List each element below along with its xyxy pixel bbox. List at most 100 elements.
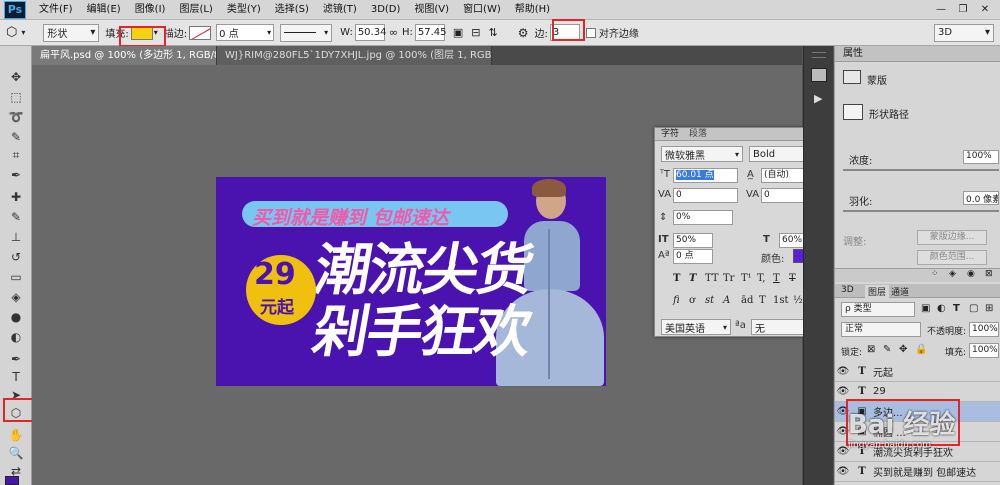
tsume-input[interactable]: 0% (673, 210, 733, 225)
kerning-input[interactable]: 0 (673, 188, 738, 203)
eyedropper-tool-icon[interactable]: ✒ (5, 166, 27, 184)
font-family-select[interactable]: 微软雅黑 ▾ (661, 146, 743, 162)
lock-image-icon[interactable]: ✎ (883, 344, 891, 355)
menu-layer[interactable]: 图层(L) (172, 0, 219, 20)
tab-paragraph[interactable]: 段落 (689, 128, 707, 141)
preset-dropdown-icon[interactable]: ▾ (21, 28, 25, 37)
discretionary-ligature-button[interactable]: st (705, 295, 714, 306)
menu-image[interactable]: 图像(I) (128, 0, 173, 20)
history-icon[interactable] (811, 68, 827, 82)
shape-path-thumb[interactable] (843, 104, 863, 120)
brush-tool-icon[interactable]: ✎ (5, 208, 27, 226)
paint-bucket-icon[interactable]: ◈ (5, 288, 27, 306)
baseline-shift-input[interactable]: 0 点 (673, 249, 713, 264)
quick-select-tool-icon[interactable]: ✎ (5, 128, 27, 146)
menu-window[interactable]: 窗口(W) (456, 0, 508, 20)
history-brush-icon[interactable]: ↺ (5, 248, 27, 266)
link-icon[interactable]: ∞ (389, 26, 398, 39)
gear-icon[interactable]: ⚙ (518, 26, 529, 40)
ordinals-button[interactable]: 1st (773, 295, 789, 306)
hand-tool-icon[interactable]: ✋ (5, 426, 27, 444)
filter-shape-icon[interactable]: ▢ (969, 303, 978, 314)
stroke-color-swatch[interactable] (189, 25, 212, 40)
marquee-tool-icon[interactable]: ⬚ (5, 88, 27, 106)
apply-mask-icon[interactable]: ◈ (949, 269, 956, 279)
dodge-tool-icon[interactable]: ◐ (5, 328, 27, 346)
height-input[interactable]: 57.45 (414, 24, 447, 41)
panel-grip-icon[interactable] (812, 52, 826, 58)
tab-channels[interactable]: 通道 (891, 285, 909, 298)
vertical-scale-input[interactable]: 50% (673, 233, 713, 248)
old-style-button[interactable]: ơ (689, 295, 695, 306)
crop-tool-icon[interactable]: ⌗ (5, 146, 27, 164)
move-tool-icon[interactable]: ✥ (5, 68, 27, 86)
language-select[interactable]: 美国英语 ▾ (661, 319, 731, 335)
mask-edge-button[interactable]: 蒙版边缘... (917, 230, 987, 245)
width-input[interactable]: 50.34 (354, 24, 386, 41)
align-edges-checkbox[interactable] (585, 27, 596, 38)
density-input[interactable]: 100% (963, 150, 999, 164)
blur-tool-icon[interactable]: ● (5, 308, 27, 326)
underline-button[interactable]: T (773, 273, 780, 284)
small-caps-button[interactable]: Tr (723, 273, 734, 284)
close-button[interactable]: ✕ (976, 3, 994, 17)
stamp-tool-icon[interactable]: ⊥ (5, 228, 27, 246)
ligature-button[interactable]: fi (673, 295, 680, 306)
eye-icon[interactable]: 👁 (835, 466, 851, 477)
feather-slider[interactable] (843, 210, 999, 212)
tab-character[interactable]: 字符 (661, 128, 679, 141)
workspace-select[interactable]: 3D ▾ (934, 23, 994, 42)
filter-pixel-icon[interactable]: ▣ (921, 303, 930, 314)
tab-3d[interactable]: 3D (841, 285, 854, 295)
eraser-tool-icon[interactable]: ▭ (5, 268, 27, 286)
path-arrangement-icon[interactable]: ⇅ (489, 26, 498, 39)
menu-filter[interactable]: 滤镜(T) (316, 0, 364, 20)
faux-italic-button[interactable]: T (689, 273, 696, 284)
swash-button[interactable]: A (723, 295, 730, 306)
load-selection-icon[interactable]: ⁘ (931, 269, 939, 279)
density-slider[interactable] (843, 169, 999, 171)
font-size-input[interactable]: 60.01 点 (673, 168, 738, 183)
superscript-button[interactable]: T¹ (741, 273, 752, 284)
tab-layers[interactable]: 图层 (865, 285, 890, 298)
blend-mode-select[interactable]: 正常 (841, 322, 921, 337)
layer-fill-input[interactable]: 100% (969, 343, 999, 358)
layer-row[interactable]: 👁 T 买到就是赚到 包邮速达 (835, 462, 1000, 482)
minimize-button[interactable]: — (932, 3, 950, 17)
healing-tool-icon[interactable]: ✚ (5, 188, 27, 206)
tab-document-2[interactable]: WJ}RIM@280FL5`1DY7XHJL.jpg @ 100% (图层 1,… (217, 46, 492, 65)
visibility-icon[interactable]: ◉ (967, 269, 975, 279)
faux-bold-button[interactable]: T (673, 273, 680, 284)
banner-canvas[interactable]: 买到就是赚到 包邮速达 潮流尖货 剁手狂欢 29 元起 (216, 177, 606, 386)
foreground-color-swatch[interactable] (5, 476, 19, 485)
shape-mode-select[interactable]: 形状 ▾ (43, 23, 100, 42)
menu-view[interactable]: 视图(V) (407, 0, 456, 20)
lock-all-icon[interactable]: 🔒 (915, 344, 927, 355)
stroke-type-select[interactable]: ▾ (280, 23, 333, 42)
all-caps-button[interactable]: TT (705, 273, 719, 284)
feather-input[interactable]: 0.0 像素 (963, 191, 999, 205)
fractions-button[interactable]: ½ (793, 295, 803, 306)
zoom-tool-icon[interactable]: 🔍 (5, 444, 27, 462)
actions-play-icon[interactable]: ▶ (814, 92, 822, 105)
lock-position-icon[interactable]: ✥ (899, 344, 907, 355)
filter-smart-icon[interactable]: ⊞ (985, 303, 993, 314)
menu-edit[interactable]: 编辑(E) (80, 0, 128, 20)
layer-row[interactable]: 👁 T 元起 (835, 362, 1000, 382)
lock-transparent-icon[interactable]: ⊠ (867, 344, 875, 355)
path-operations-icon[interactable]: ▣ (453, 26, 463, 39)
lasso-tool-icon[interactable]: ➰ (5, 108, 27, 126)
menu-type[interactable]: 类型(Y) (220, 0, 268, 20)
eye-icon[interactable]: 👁 (835, 386, 851, 397)
delete-icon[interactable]: ⊠ (985, 269, 993, 279)
subscript-button[interactable]: T, (757, 273, 765, 284)
tab-document-1[interactable]: 扁平风.psd @ 100% (多边形 1, RGB/8) *× (32, 46, 217, 65)
filter-adjust-icon[interactable]: ◐ (937, 303, 946, 314)
menu-file[interactable]: 文件(F) (32, 0, 80, 20)
polygon-tool-preset-icon[interactable]: ⬡ (6, 25, 17, 40)
titling-button[interactable]: T (759, 295, 766, 306)
menu-help[interactable]: 帮助(H) (508, 0, 557, 20)
layer-kind-select[interactable]: ρ 类型 (841, 302, 915, 317)
filter-type-icon[interactable]: T (953, 303, 960, 314)
stroke-width-input[interactable]: 0 点 ▾ (216, 24, 275, 41)
